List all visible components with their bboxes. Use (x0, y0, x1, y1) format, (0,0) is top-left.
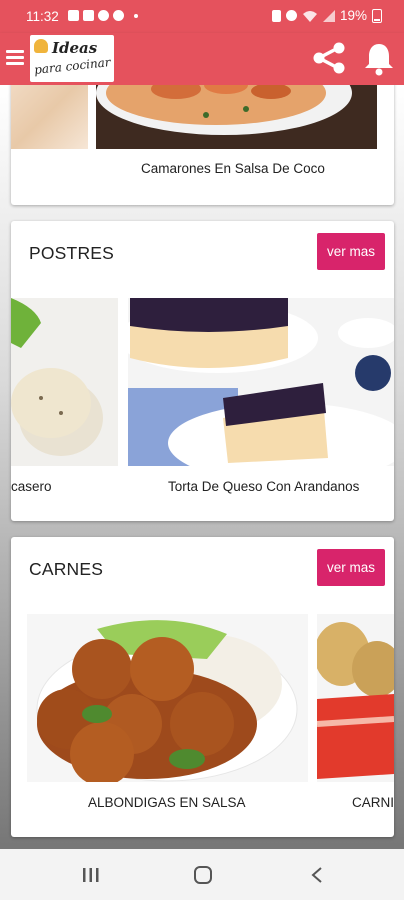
ver-mas-button[interactable]: ver mas (317, 233, 385, 270)
section-title: POSTRES (29, 243, 115, 263)
vibrate-icon (271, 9, 281, 22)
face-icon (98, 10, 109, 21)
section-title: CARNES (29, 559, 104, 579)
section-card-carnes: CARNES ver mas ALBONDIGAS EN SALSA CARNI (11, 537, 394, 837)
home-icon[interactable] (190, 863, 216, 887)
gallery-icon (68, 10, 79, 21)
battery-icon (372, 8, 382, 23)
mail-icon (83, 10, 94, 21)
bell-icon[interactable] (362, 41, 396, 77)
hamburger-icon[interactable] (6, 47, 24, 69)
signal-icon (322, 9, 335, 22)
app-logo[interactable]: Ideas para cocinar (30, 35, 114, 82)
wifi-icon (302, 10, 317, 22)
recipe-caption[interactable]: ALBONDIGAS EN SALSA (88, 795, 246, 810)
section-card-postres: POSTRES ver mas casero Torta De Queso Co… (11, 221, 394, 521)
status-time: 11:32 (26, 9, 59, 24)
alarm-icon (285, 10, 297, 21)
notification-icons (68, 10, 138, 21)
app-toolbar: Ideas para cocinar (0, 33, 404, 85)
battery-percent: 19% (339, 8, 367, 23)
system-icons: 19% (271, 8, 382, 23)
recipe-image-partial[interactable] (11, 85, 88, 149)
logo-line2: para cocinar (33, 55, 112, 77)
share-icon[interactable] (310, 41, 348, 75)
logo-line1: Ideas (52, 39, 98, 57)
recipe-image-helado[interactable] (11, 298, 118, 466)
recipe-caption[interactable]: CARNI (352, 795, 394, 810)
system-nav-bar (0, 849, 404, 900)
recipe-caption[interactable]: casero (11, 479, 52, 494)
ver-mas-button[interactable]: ver mas (317, 549, 385, 586)
recipe-image-torta-queso[interactable] (128, 298, 394, 466)
recipe-caption[interactable]: Camarones En Salsa De Coco (141, 161, 325, 176)
status-bar: 11:32 19% (0, 0, 404, 33)
back-icon[interactable] (304, 863, 330, 887)
recipe-feed[interactable]: Camarones En Salsa De Coco POSTRES ver m… (0, 85, 404, 849)
recipe-image-albondigas[interactable] (27, 614, 308, 782)
section-card-top: Camarones En Salsa De Coco (11, 85, 394, 205)
recipe-image-carne[interactable] (317, 614, 394, 782)
shield-icon (113, 10, 124, 21)
chef-hat-icon (34, 39, 48, 53)
recent-apps-icon[interactable] (78, 863, 104, 887)
recipe-image-camarones[interactable] (96, 85, 377, 149)
more-notifications-dot (134, 14, 138, 18)
recipe-caption[interactable]: Torta De Queso Con Arandanos (168, 479, 359, 494)
